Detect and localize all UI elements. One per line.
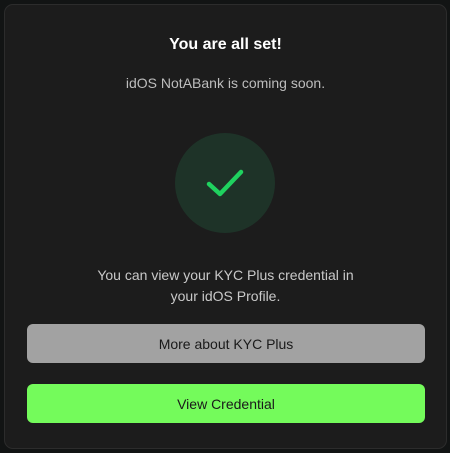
view-credential-button[interactable]: View Credential bbox=[27, 384, 425, 423]
dialog-title: You are all set! bbox=[169, 36, 282, 53]
success-status bbox=[175, 133, 275, 233]
more-about-kyc-plus-button[interactable]: More about KYC Plus bbox=[27, 324, 425, 363]
message-line-2: your idOS Profile. bbox=[170, 288, 281, 304]
dialog-subtitle: idOS NotABank is coming soon. bbox=[125, 75, 326, 91]
message-line-1: You can view your KYC Plus credential in bbox=[97, 267, 354, 283]
check-icon bbox=[206, 169, 244, 197]
success-dialog: You are all set! idOS NotABank is coming… bbox=[4, 4, 447, 449]
credential-message: You can view your KYC Plus credential in… bbox=[45, 265, 406, 307]
